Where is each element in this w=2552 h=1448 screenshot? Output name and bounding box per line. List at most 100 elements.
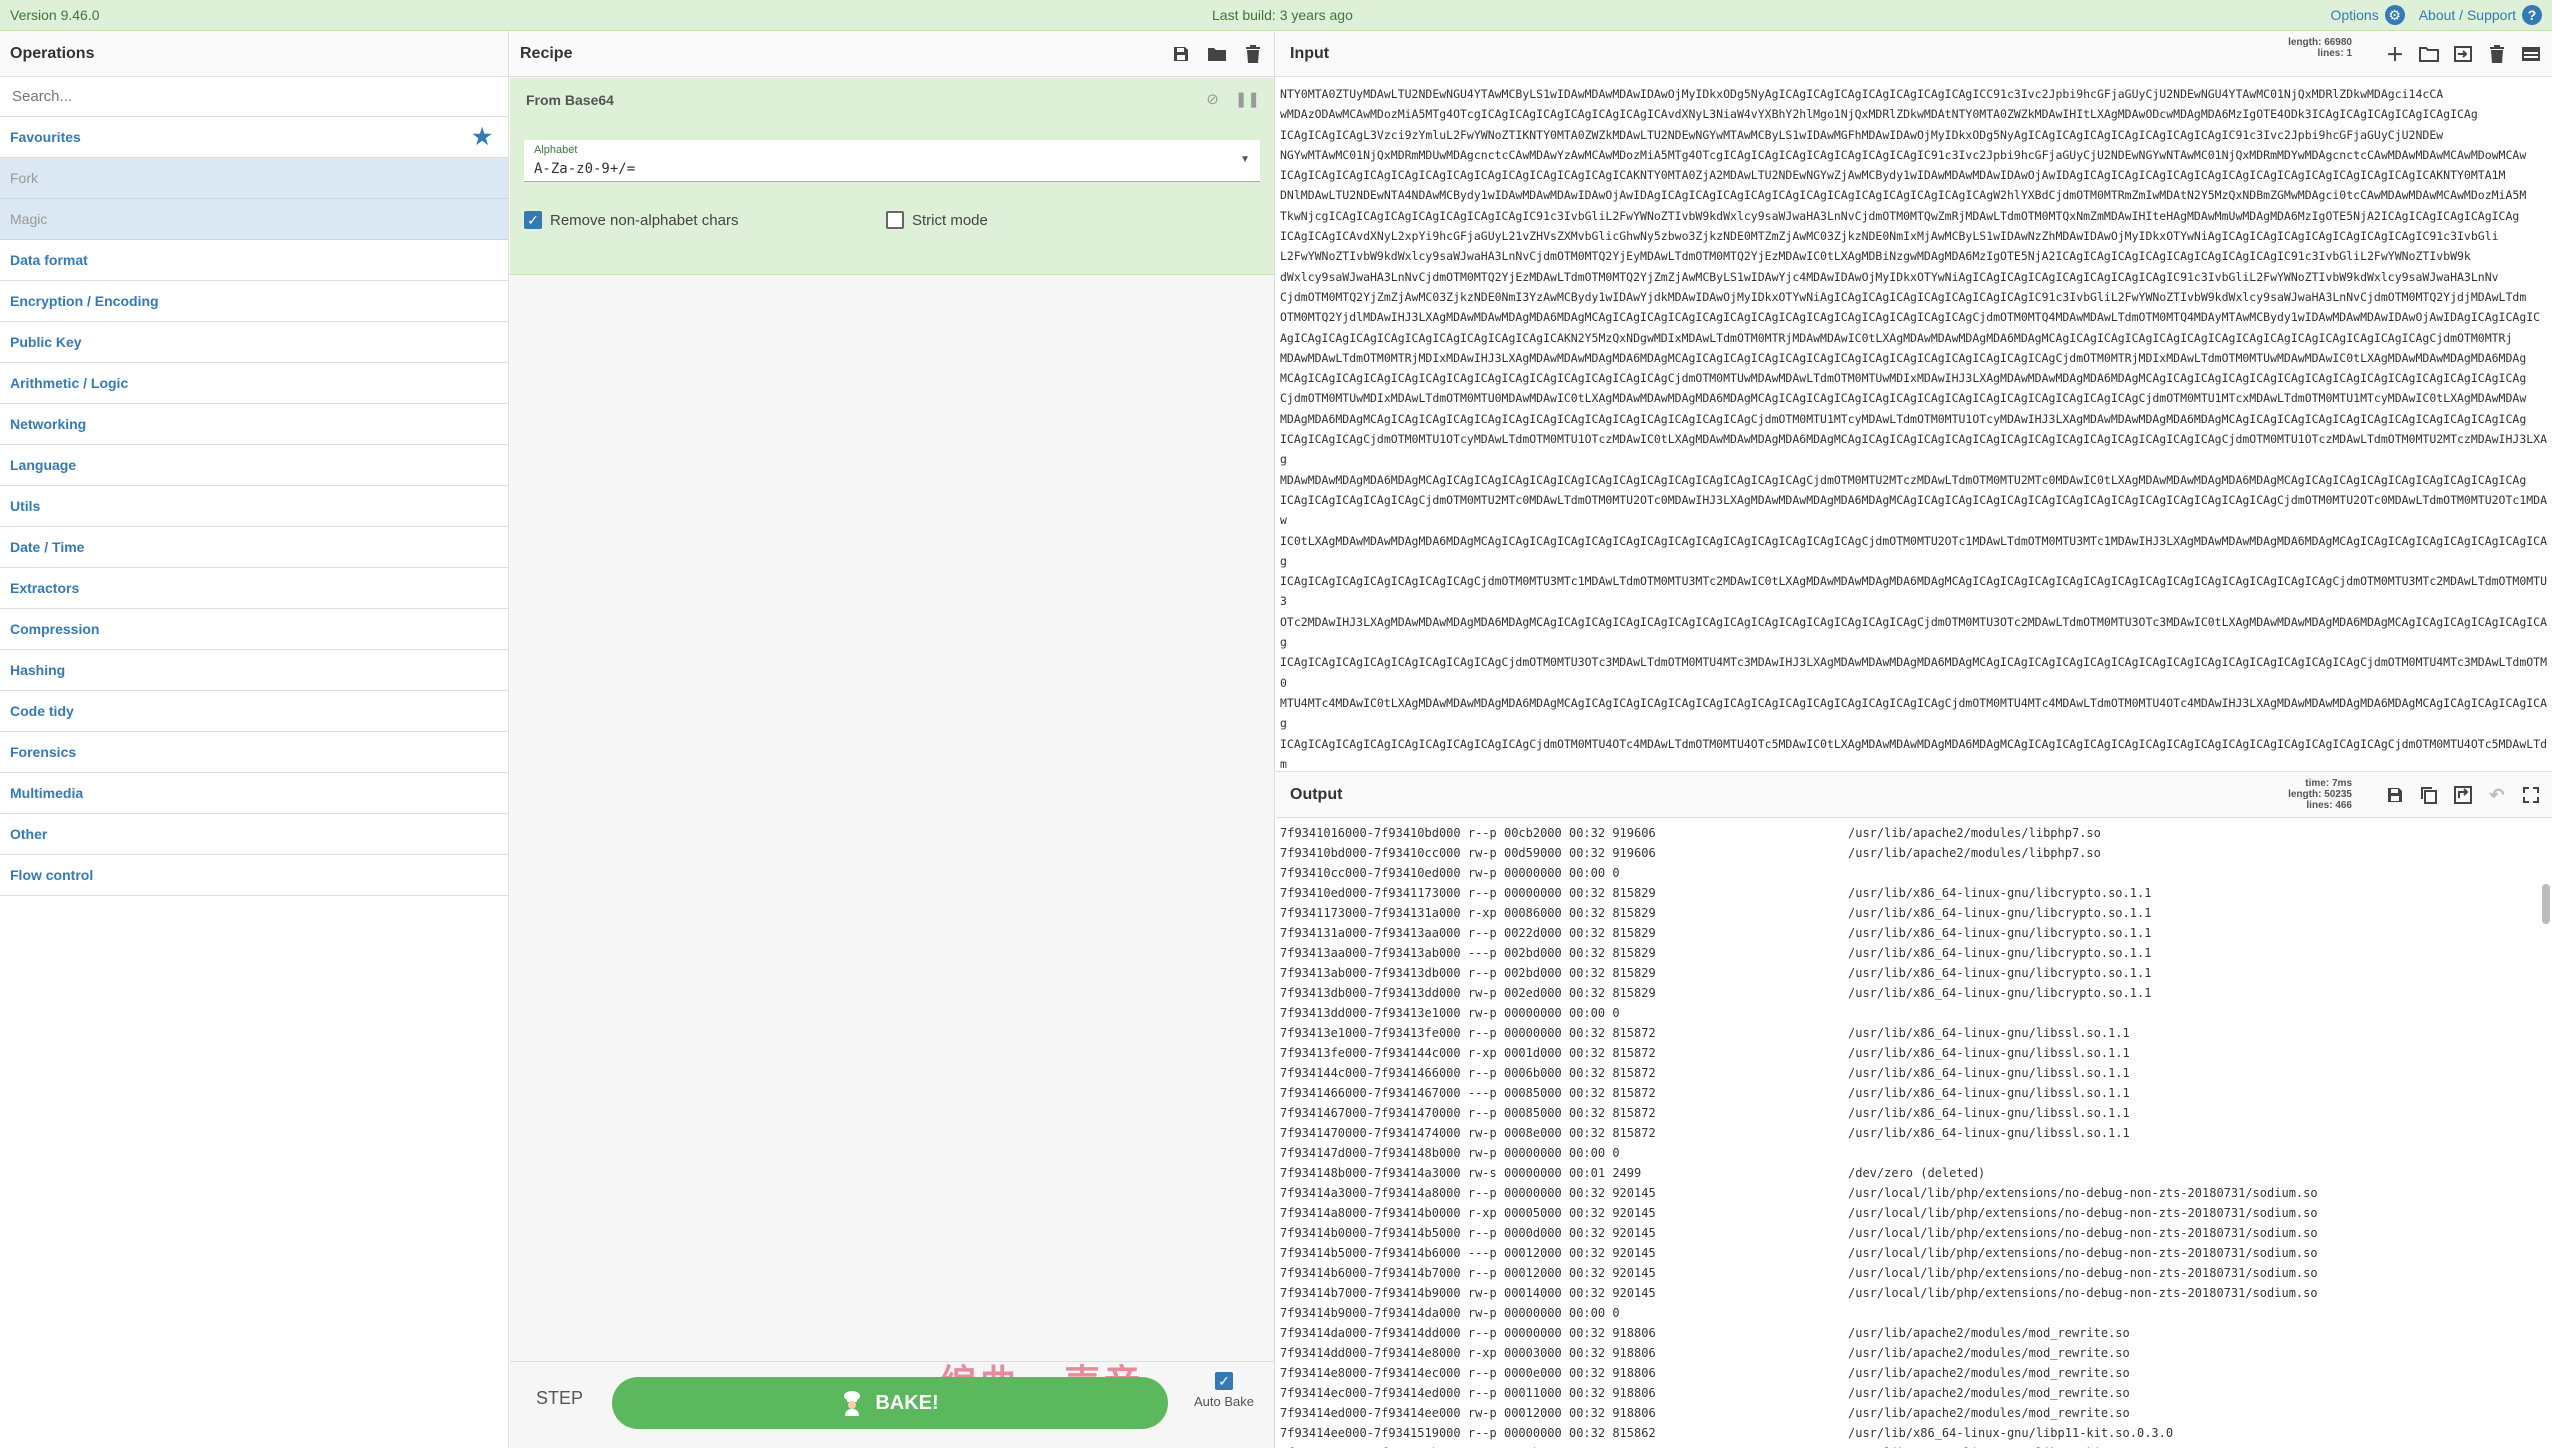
memory-map-path: /usr/lib/x86_64-linux-gnu/libp11-kit.so.… [1848,1426,2174,1440]
save-icon[interactable] [1170,43,1192,65]
save-icon[interactable] [2384,784,2406,806]
operation-card-from-base64[interactable]: From Base64 ⊘ ❚❚ Alphabet A-Za-z0-9+/= ▼… [510,78,1274,275]
operation-title: From Base64 [526,92,614,108]
auto-bake-checkbox[interactable]: ✓ Auto Bake [1186,1372,1262,1409]
search-input[interactable] [10,87,474,106]
input-text-line: ICAgICAgICAgCjdmOTM0MTU1OTcyMDAwLTdmOTM0… [1280,432,2548,467]
memory-map-range: 7f93414ec000-7f93414ed000 r--p 00011000 … [1280,1386,1656,1400]
category-encryption-encoding[interactable]: Encryption / Encoding [0,281,508,322]
input-text-line: CjdmOTM0MTUwMDIxMDAwLTdmOTM0MTU0MDAwMDAw… [1280,391,2527,406]
category-language[interactable]: Language [0,445,508,486]
operations-panel: Operations Favourites ★ Fork Magic Data … [0,31,509,1448]
input-text-line: MDAgMDA6MDAgMCAgICAgICAgICAgICAgICAgICAg… [1280,411,2527,426]
category-compression[interactable]: Compression [0,609,508,650]
open-folder-icon[interactable] [2418,43,2440,65]
input-text-line: CjdmOTM0MTQ2YjZmZjAwMC03ZjkzNDE0NmI3YzAw… [1280,289,2527,304]
category-forensics[interactable]: Forensics [0,732,508,773]
memory-map-path: /usr/lib/apache2/modules/mod_rewrite.so [1848,1406,2130,1420]
output-time: 7ms [2331,778,2352,789]
output-textarea[interactable]: 7f9341016000-7f93410bd000 r--p 00cb2000 … [1276,819,2538,1448]
output-line: 7f93414b9000-7f93414da000 rw-p 00000000 … [1280,1303,2534,1323]
output-line: 7f93414b5000-7f93414b6000 ---p 00012000 … [1280,1243,2534,1263]
gear-icon: ⚙ [2384,5,2405,25]
trash-icon[interactable] [2486,43,2508,65]
undo-icon[interactable]: ↶ [2486,784,2508,806]
memory-map-range: 7f934131a000-7f93413aa000 r--p 0022d000 … [1280,926,1656,940]
input-textarea[interactable]: NTY0MTA0ZTUyMDAwLTU2NDEwNGU4YTAwMCByLS1w… [1276,78,2552,770]
memory-map-path: /usr/lib/x86_64-linux-gnu/libcrypto.so.1… [1848,926,2152,940]
pause-icon[interactable]: ❚❚ [1235,90,1260,108]
strict-mode-checkbox[interactable]: Strict mode [886,211,988,229]
memory-map-range: 7f93413aa000-7f93413ab000 ---p 002bd000 … [1280,946,1656,960]
input-length: 66980 [2324,37,2352,48]
category-code-tidy[interactable]: Code tidy [0,691,508,732]
options-label: Options [2330,7,2379,23]
memory-map-range: 7f9341470000-7f9341474000 rw-p 0008e000 … [1280,1126,1656,1140]
category-utils[interactable]: Utils [0,486,508,527]
bake-button[interactable]: BAKE! [612,1377,1168,1429]
replace-input-icon[interactable] [2452,784,2474,806]
alphabet-select[interactable]: Alphabet A-Za-z0-9+/= ▼ [524,140,1260,182]
input-text-line: IC0tLXAgMDAwMDAwMDAgMDA6MDAgMCAgICAgICAg… [1280,533,2548,568]
output-length: 50235 [2324,789,2352,800]
memory-map-range: 7f93414b9000-7f93414da000 rw-p 00000000 … [1280,1306,1620,1320]
operation-magic[interactable]: Magic [0,199,508,240]
output-line: 7f93413e1000-7f93413fe000 r--p 00000000 … [1280,1023,2534,1043]
output-line: 7f93414b6000-7f93414b7000 r--p 00012000 … [1280,1263,2534,1283]
memory-map-range: 7f93410ed000-7f9341173000 r--p 00000000 … [1280,886,1656,900]
category-multimedia[interactable]: Multimedia [0,773,508,814]
recipe-panel: Recipe From Base64 ⊘ ❚❚ Alphabet A-Za-z0… [510,31,1275,1448]
category-other[interactable]: Other [0,814,508,855]
memory-map-range: 7f9341467000-7f9341470000 r--p 00085000 … [1280,1106,1656,1120]
checkbox-unchecked-icon [886,211,904,229]
input-actions: ＋ [2384,43,2542,65]
trash-icon[interactable] [1242,43,1264,65]
category-favourites[interactable]: Favourites ★ [0,117,508,158]
options-link[interactable]: Options ⚙ [2330,5,2405,25]
layout-icon[interactable] [2520,43,2542,65]
step-button[interactable]: STEP [536,1388,583,1409]
output-section: Output time: 7ms length: 50235 lines: 46… [1276,771,2552,1448]
category-arithmetic-logic[interactable]: Arithmetic / Logic [0,363,508,404]
output-scrollbar[interactable] [2542,884,2550,924]
category-public-key[interactable]: Public Key [0,322,508,363]
category-hashing[interactable]: Hashing [0,650,508,691]
category-date-time[interactable]: Date / Time [0,527,508,568]
memory-map-path: /usr/local/lib/php/extensions/no-debug-n… [1848,1266,2318,1280]
category-extractors[interactable]: Extractors [0,568,508,609]
memory-map-path: /usr/lib/x86_64-linux-gnu/libcrypto.so.1… [1848,986,2152,1000]
input-text-line: NTY0MTA0ZTUyMDAwLTU2NDEwNGU4YTAwMCByLS1w… [1280,87,2444,101]
output-line: 7f9341016000-7f93410bd000 r--p 00cb2000 … [1280,823,2534,843]
input-text-line: MTU4MTc4MDAwIC0tLXAgMDAwMDAwMDAgMDA6MDAg… [1280,695,2548,731]
output-line: 7f93413fe000-7f934144c000 r-xp 0001d000 … [1280,1043,2534,1063]
memory-map-range: 7f93414ed000-7f93414ee000 rw-p 00012000 … [1280,1406,1656,1420]
plus-icon[interactable]: ＋ [2384,43,2406,65]
operations-title: Operations [0,31,508,77]
memory-map-range: 7f93414b0000-7f93414b5000 r--p 0000d000 … [1280,1226,1656,1240]
memory-map-range: 7f93414b7000-7f93414b9000 rw-p 00014000 … [1280,1286,1656,1300]
memory-map-path: /usr/lib/x86_64-linux-gnu/libcrypto.so.1… [1848,966,2152,980]
maximise-icon[interactable] [2520,784,2542,806]
operation-fork[interactable]: Fork [0,158,508,199]
remove-non-alphabet-checkbox[interactable]: ✓ Remove non-alphabet chars [524,211,738,229]
input-text-line: dWxlcy9saWJwaHA3LnNvCjdmOTM0MTQ2YjEzMDAw… [1280,269,2499,284]
about-support-link[interactable]: About / Support? [2419,5,2542,25]
output-line: 7f93414b7000-7f93414b9000 rw-p 00014000 … [1280,1283,2534,1303]
input-stats: length: 66980 lines: 1 [2288,37,2352,59]
output-lines: 466 [2335,800,2352,811]
disable-icon[interactable]: ⊘ [1206,90,1219,108]
folder-icon[interactable] [1206,43,1228,65]
memory-map-range: 7f9341519000-7f934151b000 r-xp 0002b000 … [1280,1443,1848,1448]
category-flow-control[interactable]: Flow control [0,855,508,896]
category-networking[interactable]: Networking [0,404,508,445]
output-line: 7f93414dd000-7f93414e8000 r-xp 00003000 … [1280,1343,2534,1363]
io-panel: Input length: 66980 lines: 1 ＋ NTY0MTA0Z… [1276,31,2552,1448]
category-data-format[interactable]: Data format [0,240,508,281]
memory-map-range: 7f93414da000-7f93414dd000 r--p 00000000 … [1280,1326,1656,1340]
memory-map-range: 7f93414ee000-7f9341519000 r--p 00000000 … [1280,1426,1656,1440]
copy-icon[interactable] [2418,784,2440,806]
memory-map-range: 7f934144c000-7f9341466000 r--p 0006b000 … [1280,1066,1656,1080]
open-file-icon[interactable] [2452,43,2474,65]
output-line: 7f9341466000-7f9341467000 ---p 00085000 … [1280,1083,2534,1103]
input-header: Input length: 66980 lines: 1 ＋ [1276,31,2552,77]
